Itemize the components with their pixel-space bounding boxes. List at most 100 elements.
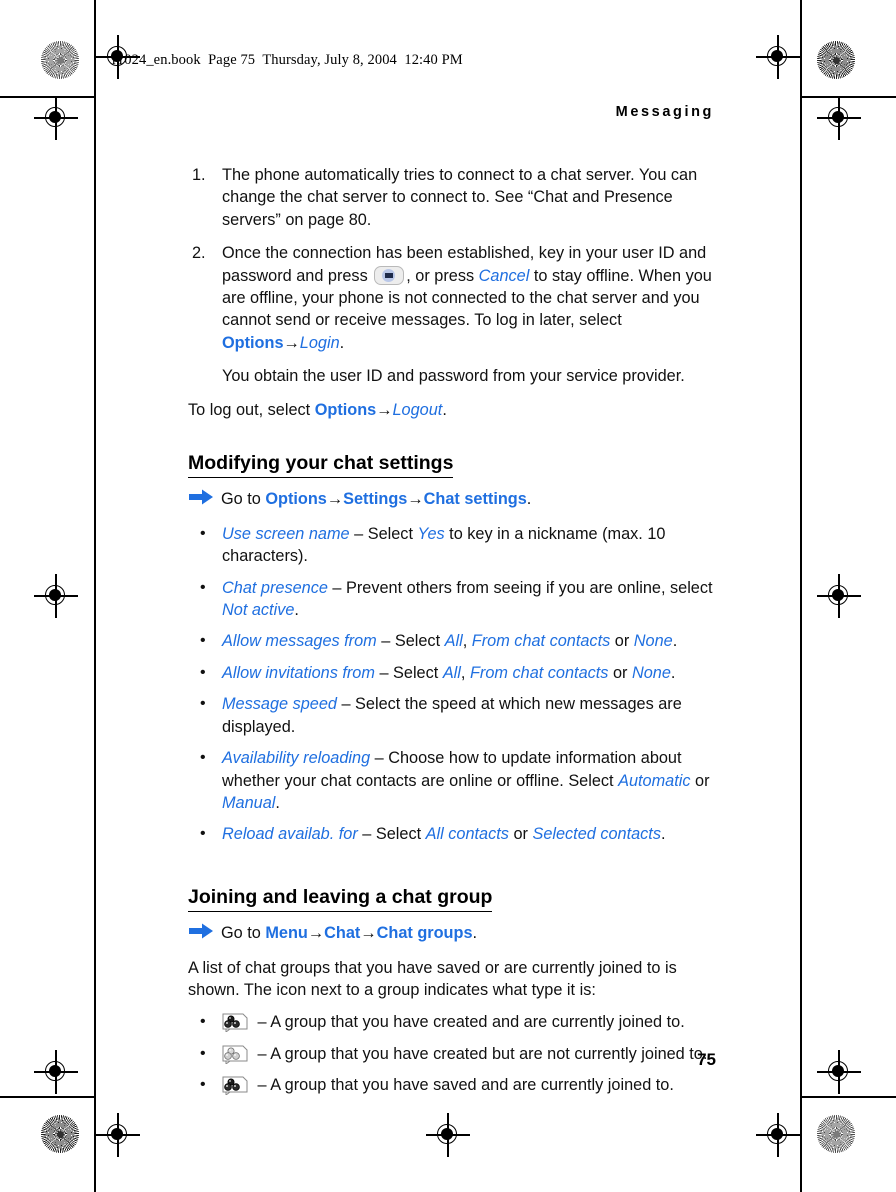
setting-value: Not active bbox=[222, 601, 295, 620]
setting-value: Allow invitations from bbox=[222, 663, 375, 682]
goto-text-chat-groups: Go to Menu→Chat→Chat groups. bbox=[221, 922, 477, 944]
bullet-marker-icon: • bbox=[200, 1076, 206, 1094]
setting-value: Automatic bbox=[618, 771, 691, 790]
body-text: , bbox=[460, 663, 470, 682]
menu-path-item: Settings bbox=[343, 490, 408, 509]
goto-line-chat-settings: Go to Options→Settings→Chat settings. bbox=[188, 488, 716, 510]
bullet-item: • Chat presence – Prevent others from see… bbox=[188, 577, 716, 622]
star-target-top-right bbox=[817, 41, 855, 79]
bullet-text: – A group that you have created but are … bbox=[222, 1045, 707, 1064]
logout-paragraph: To log out, select Options→Logout. bbox=[188, 399, 716, 421]
body-text: . bbox=[526, 490, 532, 509]
body-text: The phone automatically tries to connect… bbox=[222, 166, 698, 229]
bullet-marker-icon: • bbox=[200, 825, 206, 843]
setting-value: Selected contacts bbox=[532, 825, 661, 844]
menu-path-arrow-icon: → bbox=[360, 924, 377, 943]
bullet-marker-icon: • bbox=[200, 1013, 206, 1031]
menu-path-item: Options bbox=[314, 400, 377, 419]
crop-line-bottom-left-horizontal bbox=[0, 1096, 94, 1098]
menu-path-item: Options bbox=[265, 490, 327, 509]
setting-value: Availability reloading bbox=[222, 749, 371, 768]
setting-value: From chat contacts bbox=[469, 663, 609, 682]
body-text: To log out, select bbox=[188, 400, 315, 419]
menu-path-arrow-icon: → bbox=[307, 924, 325, 943]
menu-path-item: Options bbox=[222, 333, 284, 352]
step-text: The phone automatically tries to connect… bbox=[222, 166, 697, 229]
menu-path-item: Chat settings bbox=[423, 490, 527, 509]
numbered-step-list: 1. The phone automatically tries to conne… bbox=[188, 164, 716, 354]
registration-mark-bottom-right bbox=[756, 1113, 800, 1157]
setting-value: None bbox=[633, 632, 673, 651]
bullet-item: • Availability reloading – Choose how to … bbox=[188, 747, 716, 814]
bullet-marker-icon: • bbox=[200, 1044, 206, 1062]
crop-line-right-vertical bbox=[800, 0, 802, 1192]
bullet-text: – A group that you have saved and are cu… bbox=[222, 1076, 674, 1096]
body-text: – A group that you have created and are … bbox=[253, 1013, 685, 1032]
menu-path-arrow-icon: → bbox=[326, 490, 344, 509]
chat-group-created-not-joined-icon bbox=[222, 1045, 249, 1064]
body-text: , bbox=[462, 632, 472, 651]
body-text: , or press bbox=[406, 266, 479, 285]
setting-value: Manual bbox=[222, 793, 276, 812]
crop-line-left-vertical bbox=[94, 0, 96, 1192]
setting-value: Cancel bbox=[478, 266, 530, 285]
setting-value: None bbox=[631, 663, 671, 682]
chat-settings-bullet-list: • Use screen name – Select Yes to key in … bbox=[188, 523, 716, 846]
bullet-item: • Allow messages from – Select All, From … bbox=[188, 630, 716, 652]
menu-path-arrow-icon: → bbox=[283, 333, 300, 352]
bullet-marker-icon: • bbox=[200, 578, 206, 596]
body-text: – Select bbox=[357, 825, 426, 844]
numbered-step: 1. The phone automatically tries to conne… bbox=[188, 164, 716, 231]
star-target-bottom-right bbox=[817, 1115, 855, 1153]
bullet-text: Use screen name – Select Yes to key in a… bbox=[222, 525, 665, 565]
bullet-text: Allow messages from – Select All, From c… bbox=[222, 632, 677, 650]
registration-mark-middle-right bbox=[817, 574, 861, 618]
numbered-step: 2. Once the connection has been establish… bbox=[188, 242, 716, 354]
registration-mark-upper-right bbox=[817, 96, 861, 140]
chat-group-created-joined-icon bbox=[222, 1013, 249, 1033]
step-text: Once the connection has been established… bbox=[222, 244, 712, 352]
setting-value: All contacts bbox=[425, 825, 509, 844]
registration-mark-upper-left bbox=[34, 96, 78, 140]
section-modifying-chat-settings: Modifying your chat settings Go to Optio… bbox=[188, 421, 716, 846]
body-text: Go to bbox=[221, 924, 266, 943]
setting-value: Message speed bbox=[222, 695, 337, 714]
bullet-marker-icon: • bbox=[200, 632, 206, 650]
select-key-icon bbox=[374, 265, 405, 285]
goto-line-chat-groups: Go to Menu→Chat→Chat groups. bbox=[188, 922, 716, 944]
step-number: 2. bbox=[192, 244, 206, 263]
menu-path-item: Menu bbox=[265, 924, 308, 943]
body-text: . bbox=[670, 663, 676, 682]
bullet-text: Availability reloading – Choose how to u… bbox=[222, 749, 710, 812]
chat-group-saved-joined-icon bbox=[222, 1076, 249, 1096]
section-heading-joining-leaving-chat-group: Joining and leaving a chat group bbox=[188, 885, 493, 913]
body-text: . bbox=[672, 632, 678, 651]
menu-path-item: Chat groups bbox=[376, 924, 473, 943]
body-text: or bbox=[608, 663, 632, 682]
body-text: . bbox=[339, 333, 345, 352]
body-text: – A group that you have saved and are cu… bbox=[253, 1076, 674, 1095]
star-target-top-left bbox=[41, 41, 79, 79]
body-text: . bbox=[442, 400, 447, 419]
body-text: . bbox=[660, 825, 666, 844]
setting-value: Chat presence bbox=[222, 578, 328, 597]
step-number: 1. bbox=[192, 166, 206, 184]
go-to-arrow-icon bbox=[188, 489, 214, 505]
bullet-item: • Message speed – Select the speed at whi… bbox=[188, 693, 716, 738]
bullet-marker-icon: • bbox=[200, 663, 206, 681]
print-file-header: r1024_en.book Page 75 Thursday, July 8, … bbox=[112, 52, 463, 68]
chat-group-icon-bullet-list: • – A group that you have created and ar… bbox=[188, 1011, 716, 1096]
body-text: or bbox=[508, 825, 533, 844]
bullet-item: • Use screen name – Select Yes to key in … bbox=[188, 523, 716, 568]
goto-text-chat-settings: Go to Options→Settings→Chat settings. bbox=[221, 488, 531, 510]
crop-line-bottom-right-horizontal bbox=[801, 1096, 896, 1098]
setting-value: From chat contacts bbox=[471, 632, 611, 651]
chat-groups-intro: A list of chat groups that you have save… bbox=[188, 958, 677, 999]
registration-mark-lower-right bbox=[817, 1050, 861, 1094]
page-body: Messaging 1. The phone automatically trie… bbox=[188, 104, 716, 1106]
star-target-bottom-left bbox=[41, 1115, 79, 1153]
bullet-item: • Allow invitations from – Select All, Fr… bbox=[188, 662, 716, 684]
registration-mark-lower-left bbox=[34, 1050, 78, 1094]
registration-mark-bottom-center bbox=[426, 1113, 470, 1157]
bullet-text: Chat presence – Prevent others from seei… bbox=[222, 579, 713, 619]
